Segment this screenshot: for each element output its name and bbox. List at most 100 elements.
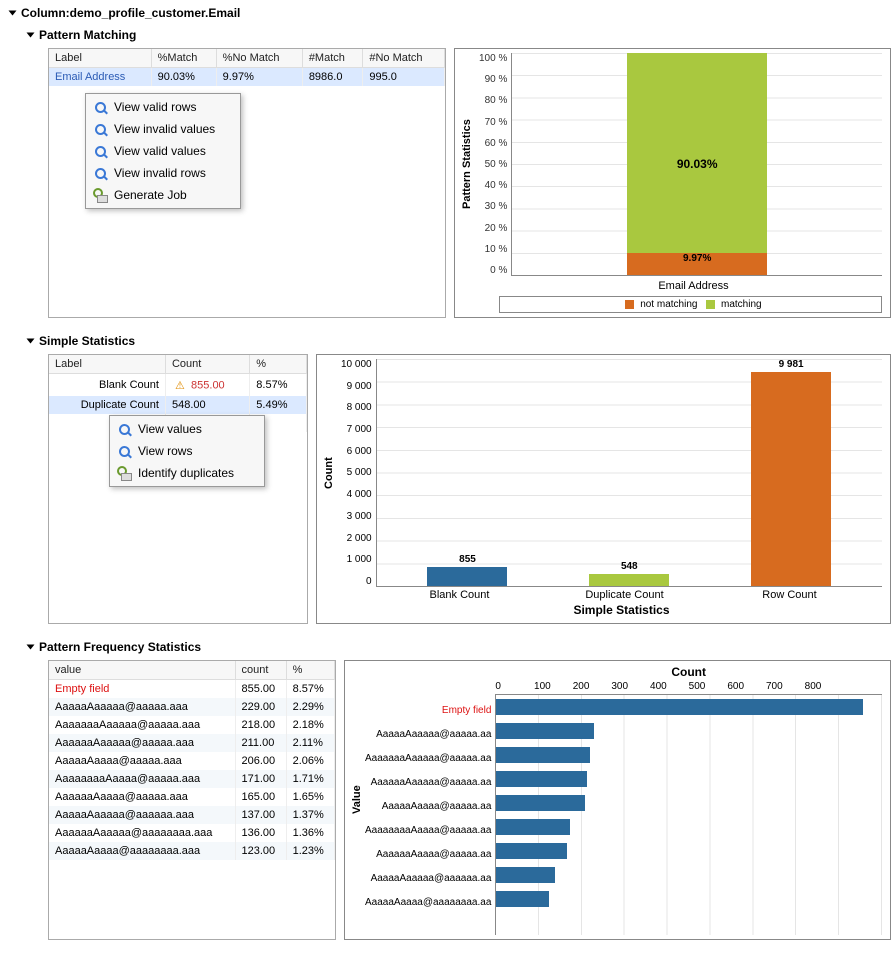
table-row[interactable]: AaaaaAaaaaa@aaaaa.aaa229.002.29% bbox=[49, 698, 335, 716]
column-title: Column:demo_profile_customer.Email bbox=[21, 6, 240, 20]
menu-view-values[interactable]: View values bbox=[112, 418, 262, 440]
menu-label: View invalid values bbox=[114, 122, 215, 136]
job-icon bbox=[116, 465, 132, 481]
menu-label: View invalid rows bbox=[114, 166, 206, 180]
table-row[interactable]: Empty field855.008.57% bbox=[49, 680, 335, 699]
chart-bar bbox=[496, 887, 882, 911]
warning-icon bbox=[172, 377, 188, 393]
pattern-matching-table-panel: Label %Match %No Match #Match #No Match … bbox=[48, 48, 446, 318]
col-label[interactable]: Label bbox=[49, 355, 165, 374]
col-count[interactable]: count bbox=[235, 661, 286, 680]
collapse-triangle-icon bbox=[27, 339, 35, 344]
cell-pct: 2.06% bbox=[286, 752, 334, 770]
col-nomatch[interactable]: %No Match bbox=[216, 49, 302, 68]
menu-label: Identify duplicates bbox=[138, 466, 234, 480]
table-row[interactable]: AaaaaAaaaa@aaaaa.aaa206.002.06% bbox=[49, 752, 335, 770]
menu-identify-duplicates[interactable]: Identify duplicates bbox=[112, 462, 262, 484]
chart-bar bbox=[496, 791, 882, 815]
chart-y-label: Value bbox=[349, 665, 365, 935]
col-n-match[interactable]: #Match bbox=[302, 49, 363, 68]
table-row[interactable]: AaaaaaAaaaa@aaaaa.aaa165.001.65% bbox=[49, 788, 335, 806]
cell-n-match: 8986.0 bbox=[302, 68, 363, 87]
cell-value: AaaaaAaaaaa@aaaaa.aaa bbox=[49, 698, 235, 716]
col-pct[interactable]: % bbox=[286, 661, 334, 680]
menu-view-rows[interactable]: View rows bbox=[112, 440, 262, 462]
pattern-matching-table[interactable]: Label %Match %No Match #Match #No Match … bbox=[49, 49, 445, 86]
col-value[interactable]: value bbox=[49, 661, 235, 680]
collapse-triangle-icon bbox=[27, 645, 35, 650]
magnifier-icon bbox=[92, 165, 108, 181]
chart-y-label: Count bbox=[321, 359, 337, 587]
table-row[interactable]: AaaaaAaaaaa@aaaaaa.aaa137.001.37% bbox=[49, 806, 335, 824]
cell-pct: 1.65% bbox=[286, 788, 334, 806]
pattern-frequency-table[interactable]: value count % Empty field855.008.57%Aaaa… bbox=[49, 661, 335, 860]
chart-category-labels: Empty fieldAaaaaAaaaaa@aaaaa.aaAaaaaaaAa… bbox=[365, 665, 495, 935]
menu-view-valid-values[interactable]: View valid values bbox=[88, 140, 238, 162]
table-row[interactable]: AaaaaaAaaaaa@aaaaa.aaa211.002.11% bbox=[49, 734, 335, 752]
table-row[interactable]: AaaaaAaaaa@aaaaaaaa.aaa123.001.23% bbox=[49, 842, 335, 860]
col-n-nomatch[interactable]: #No Match bbox=[363, 49, 445, 68]
chart-bar bbox=[496, 719, 882, 743]
table-row[interactable]: Duplicate Count 548.00 5.49% bbox=[49, 396, 307, 414]
stacked-bar: 90.03% 9.97% bbox=[627, 53, 767, 275]
cell-count: 548.00 bbox=[165, 396, 249, 414]
chart-x-axis: 0100200300400500600700800 bbox=[495, 679, 882, 695]
menu-generate-job[interactable]: Generate Job bbox=[88, 184, 238, 206]
collapse-triangle-icon bbox=[27, 33, 35, 38]
col-label[interactable]: Label bbox=[49, 49, 151, 68]
magnifier-icon bbox=[92, 143, 108, 159]
simple-statistics-context-menu: View values View rows Identify duplicate… bbox=[109, 415, 265, 487]
chart-x-labels: Blank CountDuplicate CountRow Count bbox=[321, 587, 882, 601]
col-count[interactable]: Count bbox=[165, 355, 249, 374]
bar-value-label: 90.03% bbox=[677, 157, 718, 171]
menu-view-valid-rows[interactable]: View valid rows bbox=[88, 96, 238, 118]
col-pct[interactable]: % bbox=[250, 355, 307, 374]
simple-statistics-chart: Count 10 0009 0008 0007 0006 0005 0004 0… bbox=[316, 354, 891, 624]
cell-label: Email Address bbox=[49, 68, 151, 87]
cell-pct: 2.29% bbox=[286, 698, 334, 716]
cell-pct: 2.11% bbox=[286, 734, 334, 752]
chart-bar bbox=[496, 743, 882, 767]
chart-plot: 8555489 981 bbox=[377, 359, 882, 587]
table-row[interactable]: Blank Count 855.00 8.57% bbox=[49, 374, 307, 397]
magnifier-icon bbox=[92, 99, 108, 115]
menu-label: View values bbox=[138, 422, 202, 436]
chart-bars bbox=[495, 695, 882, 935]
cell-count: 136.00 bbox=[235, 824, 286, 842]
legend-label: not matching bbox=[640, 299, 697, 310]
cell-count: 855.00 bbox=[165, 374, 249, 397]
cell-value: AaaaaAaaaa@aaaaa.aaa bbox=[49, 752, 235, 770]
chart-bar bbox=[496, 767, 882, 791]
pattern-matching-context-menu: View valid rows View invalid values View… bbox=[85, 93, 241, 209]
cell-count: 171.00 bbox=[235, 770, 286, 788]
legend-swatch-matching bbox=[706, 300, 715, 309]
magnifier-icon bbox=[116, 421, 132, 437]
section-pattern-frequency-header[interactable]: Pattern Frequency Statistics bbox=[4, 638, 891, 660]
cell-count: 137.00 bbox=[235, 806, 286, 824]
chart-bar: 548 bbox=[582, 359, 677, 586]
magnifier-icon bbox=[116, 443, 132, 459]
menu-view-invalid-values[interactable]: View invalid values bbox=[88, 118, 238, 140]
chart-bar bbox=[496, 695, 882, 719]
chart-bar bbox=[496, 863, 882, 887]
col-match[interactable]: %Match bbox=[151, 49, 216, 68]
cell-value: AaaaaaAaaaaa@aaaaaaaa.aaa bbox=[49, 824, 235, 842]
chart-bar bbox=[496, 815, 882, 839]
chart-bar: 9 981 bbox=[744, 359, 839, 586]
cell-label: Duplicate Count bbox=[49, 396, 165, 414]
cell-n-nomatch: 995.0 bbox=[363, 68, 445, 87]
table-row[interactable]: Email Address 90.03% 9.97% 8986.0 995.0 bbox=[49, 68, 445, 87]
table-row[interactable]: AaaaaaaAaaaaa@aaaaa.aaa218.002.18% bbox=[49, 716, 335, 734]
section-pattern-matching-header[interactable]: Pattern Matching bbox=[4, 26, 891, 48]
column-title-header[interactable]: Column:demo_profile_customer.Email bbox=[4, 4, 891, 26]
table-row[interactable]: AaaaaaAaaaaa@aaaaaaaa.aaa136.001.36% bbox=[49, 824, 335, 842]
cell-value: AaaaaaAaaaa@aaaaa.aaa bbox=[49, 788, 235, 806]
menu-label: View rows bbox=[138, 444, 192, 458]
table-row[interactable]: AaaaaaaaAaaaa@aaaaa.aaa171.001.71% bbox=[49, 770, 335, 788]
bar-segment-matching: 90.03% bbox=[627, 53, 767, 275]
cell-value: AaaaaaaaAaaaa@aaaaa.aaa bbox=[49, 770, 235, 788]
section-simple-statistics-header[interactable]: Simple Statistics bbox=[4, 332, 891, 354]
chart-title: Simple Statistics bbox=[321, 601, 882, 619]
menu-view-invalid-rows[interactable]: View invalid rows bbox=[88, 162, 238, 184]
bar-segment-not-matching: 9.97% bbox=[627, 253, 767, 275]
